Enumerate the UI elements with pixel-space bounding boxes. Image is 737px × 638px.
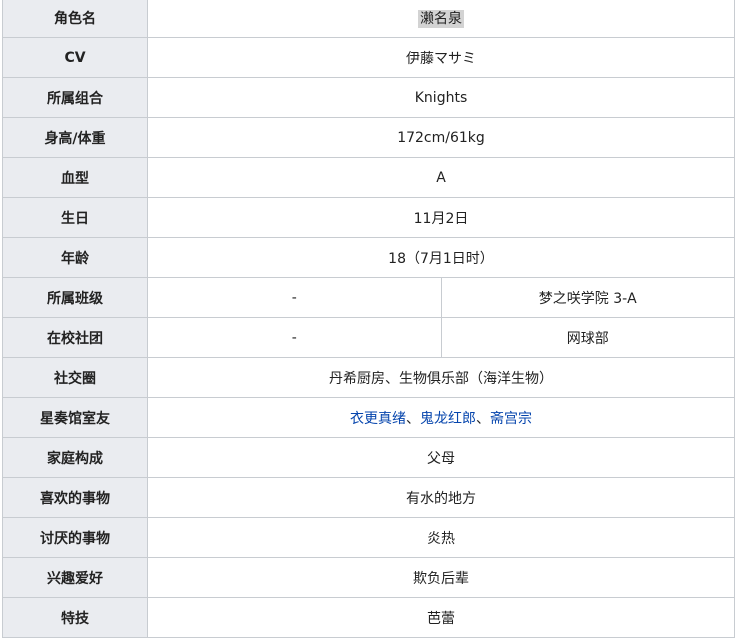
value-unit: Knights [147, 77, 735, 118]
label-unit: 所属组合 [2, 77, 148, 118]
row-dislikes: 讨厌的事物 炎热 [2, 517, 735, 558]
value-club-left: - [147, 317, 442, 358]
value-roommates: 衣更真绪、鬼龙红郎、斋宫宗 [147, 397, 735, 438]
label-club: 在校社团 [2, 317, 148, 358]
label-height-weight: 身高/体重 [2, 117, 148, 158]
value-name: 濑名泉 [418, 9, 464, 28]
row-unit: 所属组合 Knights [2, 77, 735, 118]
row-cv: CV 伊藤マサミ [2, 37, 735, 78]
label-blood: 血型 [2, 157, 148, 198]
character-profile-table: 角色名 濑名泉 CV 伊藤マサミ 所属组合 Knights 身高/体重 172c… [2, 0, 735, 638]
value-family: 父母 [147, 437, 735, 478]
value-age: 18（7月1日时） [147, 237, 735, 278]
label-cv: CV [2, 37, 148, 78]
value-blood: A [147, 157, 735, 198]
label-birthday: 生日 [2, 197, 148, 238]
value-height-weight: 172cm/61kg [147, 117, 735, 158]
label-family: 家庭构成 [2, 437, 148, 478]
value-likes: 有水的地方 [147, 477, 735, 518]
value-club-right: 网球部 [440, 317, 735, 358]
value-cv: 伊藤マサミ [147, 37, 735, 78]
value-skill: 芭蕾 [147, 597, 735, 638]
value-class-left: - [147, 277, 442, 318]
value-birthday: 11月2日 [147, 197, 735, 238]
roommate-separator: 、 [406, 410, 420, 427]
roommate-separator: 、 [476, 410, 490, 427]
row-club: 在校社团 - 网球部 [2, 317, 735, 358]
label-circle: 社交圈 [2, 357, 148, 398]
roommate-link-3[interactable]: 斋宫宗 [490, 411, 532, 427]
label-class: 所属班级 [2, 277, 148, 318]
roommate-link-2[interactable]: 鬼龙红郎 [420, 411, 476, 427]
value-hobby: 欺负后辈 [147, 557, 735, 598]
row-circle: 社交圈 丹希厨房、生物俱乐部（海洋生物） [2, 357, 735, 398]
row-name: 角色名 濑名泉 [2, 0, 735, 38]
row-blood: 血型 A [2, 157, 735, 198]
row-height-weight: 身高/体重 172cm/61kg [2, 117, 735, 158]
value-circle: 丹希厨房、生物俱乐部（海洋生物） [147, 357, 735, 398]
label-roommates: 星奏馆室友 [2, 397, 148, 438]
label-dislikes: 讨厌的事物 [2, 517, 148, 558]
row-age: 年龄 18（7月1日时） [2, 237, 735, 278]
row-roommates: 星奏馆室友 衣更真绪、鬼龙红郎、斋宫宗 [2, 397, 735, 438]
row-hobby: 兴趣爱好 欺负后辈 [2, 557, 735, 598]
label-age: 年龄 [2, 237, 148, 278]
label-likes: 喜欢的事物 [2, 477, 148, 518]
row-birthday: 生日 11月2日 [2, 197, 735, 238]
row-likes: 喜欢的事物 有水的地方 [2, 477, 735, 518]
row-class: 所属班级 - 梦之咲学院 3-A [2, 277, 735, 318]
value-dislikes: 炎热 [147, 517, 735, 558]
value-class-right: 梦之咲学院 3-A [440, 277, 735, 318]
label-hobby: 兴趣爱好 [2, 557, 148, 598]
row-family: 家庭构成 父母 [2, 437, 735, 478]
label-skill: 特技 [2, 597, 148, 638]
row-skill: 特技 芭蕾 [2, 597, 735, 638]
label-name: 角色名 [2, 0, 148, 38]
roommate-link-1[interactable]: 衣更真绪 [350, 411, 406, 427]
